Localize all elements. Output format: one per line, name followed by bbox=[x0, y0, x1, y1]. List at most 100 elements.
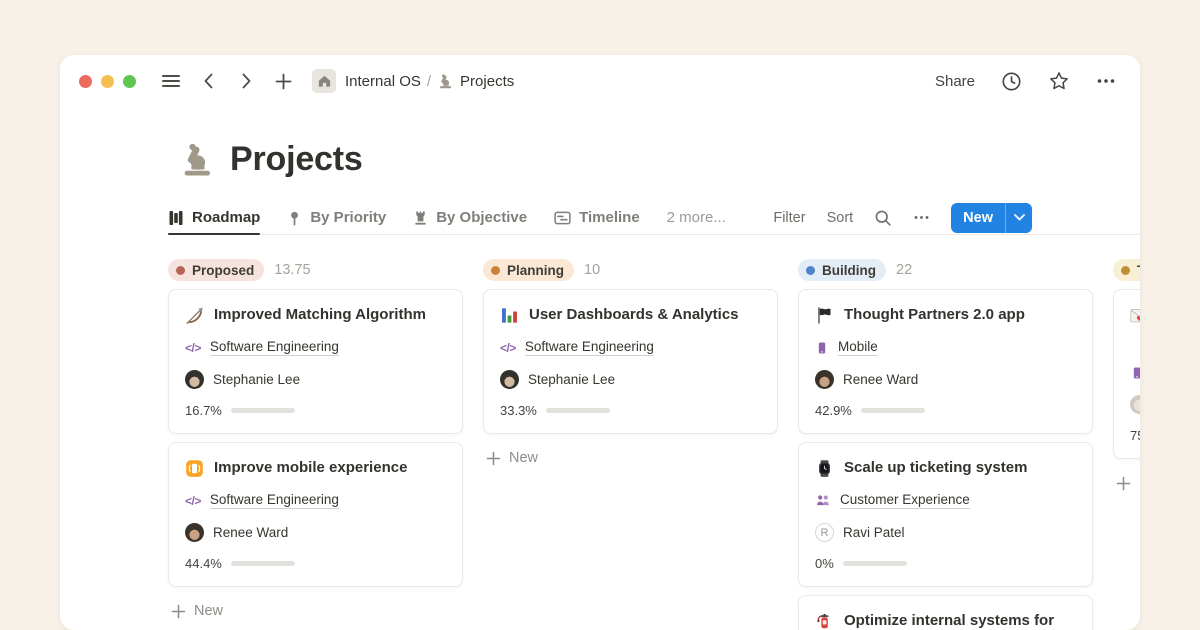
person-name: Ravi Patel bbox=[843, 525, 905, 540]
view-options-icon[interactable] bbox=[913, 209, 930, 226]
watch-icon bbox=[815, 459, 834, 478]
breadcrumb-page-link[interactable]: Projects bbox=[460, 73, 514, 90]
window-controls bbox=[79, 75, 136, 88]
microscope-page-icon[interactable] bbox=[178, 141, 216, 179]
column-header: Testing bbox=[1113, 259, 1140, 281]
new-tab-icon[interactable] bbox=[274, 72, 293, 91]
sort-button[interactable]: Sort bbox=[827, 210, 854, 226]
chevron-down-icon bbox=[1014, 214, 1025, 221]
black-flag-icon bbox=[815, 306, 834, 325]
close-window-button[interactable] bbox=[79, 75, 92, 88]
favorite-star-icon[interactable] bbox=[1048, 70, 1070, 92]
new-button-dropdown[interactable] bbox=[1005, 203, 1032, 233]
code-icon: </> bbox=[500, 341, 516, 355]
fire-extinguisher-icon bbox=[815, 612, 834, 630]
topbar: Internal OS / Projects Share bbox=[60, 55, 1140, 107]
app-window: Internal OS / Projects Share Projects bbox=[60, 55, 1140, 630]
add-card-button[interactable]: New bbox=[483, 450, 778, 466]
status-dot bbox=[176, 266, 185, 275]
status-badge[interactable]: Proposed bbox=[168, 259, 264, 281]
avatar bbox=[185, 523, 204, 542]
column-proposed: Proposed 13.75 Improved Matching Algorit… bbox=[168, 259, 463, 619]
progress-percent: 42.9% bbox=[815, 403, 852, 418]
mobile-icon bbox=[815, 340, 829, 356]
column-testing: Testing 75% bbox=[1113, 259, 1140, 491]
card-title: Scale up ticketing system bbox=[844, 458, 1027, 478]
minimize-window-button[interactable] bbox=[101, 75, 114, 88]
status-badge[interactable]: Testing bbox=[1113, 259, 1140, 281]
new-button-group: New bbox=[951, 203, 1032, 233]
avatar bbox=[185, 370, 204, 389]
column-building: Building 22 Thought Partners 2.0 app Mob… bbox=[798, 259, 1093, 630]
card-improved-matching-algorithm[interactable]: Improved Matching Algorithm </> Software… bbox=[168, 289, 463, 434]
microscope-icon bbox=[437, 73, 454, 90]
team-tag-link[interactable]: Mobile bbox=[838, 339, 878, 356]
mobile-vibration-icon bbox=[185, 459, 204, 478]
progress-percent: 75% bbox=[1130, 428, 1140, 443]
rook-icon bbox=[413, 210, 428, 226]
progress-bar bbox=[546, 408, 610, 413]
person-name: Stephanie Lee bbox=[528, 372, 615, 387]
add-card-button[interactable]: New bbox=[168, 603, 463, 619]
team-tag-link[interactable]: Software Engineering bbox=[525, 339, 654, 356]
share-button[interactable]: Share bbox=[935, 73, 975, 90]
card-optimize-internal-systems[interactable]: Optimize internal systems for bbox=[798, 595, 1093, 630]
breadcrumb-root-link[interactable]: Internal OS bbox=[345, 73, 421, 90]
updates-clock-icon[interactable] bbox=[1001, 71, 1022, 92]
avatar-initial: R bbox=[815, 523, 834, 542]
timeline-view-icon bbox=[554, 210, 571, 226]
code-icon: </> bbox=[185, 341, 201, 355]
plus-icon bbox=[486, 451, 501, 466]
progress-bar bbox=[861, 408, 925, 413]
add-card-button[interactable]: New bbox=[1113, 475, 1140, 491]
person-name: Renee Ward bbox=[213, 525, 288, 540]
column-planning: Planning 10 User Dashboards & Analytics … bbox=[483, 259, 778, 466]
card-user-dashboards-analytics[interactable]: User Dashboards & Analytics </> Software… bbox=[483, 289, 778, 434]
home-icon[interactable] bbox=[312, 69, 336, 93]
plus-icon bbox=[1116, 476, 1131, 491]
card-title: Optimize internal systems for bbox=[844, 611, 1054, 630]
card-title: User Dashboards & Analytics bbox=[529, 305, 739, 325]
person-name: Renee Ward bbox=[843, 372, 918, 387]
team-tag-link[interactable]: Software Engineering bbox=[210, 492, 339, 509]
progress-percent: 33.3% bbox=[500, 403, 537, 418]
progress-percent: 44.4% bbox=[185, 556, 222, 571]
card-testing-item[interactable]: 75% bbox=[1113, 289, 1140, 459]
search-icon[interactable] bbox=[874, 209, 892, 227]
progress-bar bbox=[231, 408, 295, 413]
bow-and-arrow-icon bbox=[185, 306, 204, 325]
sidebar-menu-icon[interactable] bbox=[161, 71, 181, 91]
more-views-button[interactable]: 2 more... bbox=[667, 209, 726, 226]
filter-button[interactable]: Filter bbox=[773, 210, 805, 226]
back-icon[interactable] bbox=[200, 72, 218, 90]
zoom-window-button[interactable] bbox=[123, 75, 136, 88]
tab-by-objective[interactable]: By Objective bbox=[413, 201, 527, 234]
status-badge[interactable]: Planning bbox=[483, 259, 574, 281]
status-dot bbox=[491, 266, 500, 275]
card-improve-mobile-experience[interactable]: Improve mobile experience </> Software E… bbox=[168, 442, 463, 587]
tab-roadmap[interactable]: Roadmap bbox=[168, 201, 260, 234]
card-title: Thought Partners 2.0 app bbox=[844, 305, 1025, 325]
more-options-icon[interactable] bbox=[1096, 71, 1116, 91]
avatar bbox=[1130, 395, 1140, 414]
progress-percent: 16.7% bbox=[185, 403, 222, 418]
tab-by-priority[interactable]: By Priority bbox=[287, 201, 386, 234]
breadcrumb-separator: / bbox=[427, 73, 431, 90]
forward-icon[interactable] bbox=[237, 72, 255, 90]
team-tag-link[interactable]: Software Engineering bbox=[210, 339, 339, 356]
status-badge[interactable]: Building bbox=[798, 259, 886, 281]
card-scale-up-ticketing-system[interactable]: Scale up ticketing system Customer Exper… bbox=[798, 442, 1093, 587]
bar-chart-icon bbox=[500, 306, 519, 325]
board-toolbar: Filter Sort New bbox=[773, 203, 1032, 233]
card-thought-partners-app[interactable]: Thought Partners 2.0 app Mobile Renee Wa… bbox=[798, 289, 1093, 434]
page-header: Projects bbox=[178, 140, 1140, 179]
progress-percent: 0% bbox=[815, 556, 834, 571]
status-dot bbox=[806, 266, 815, 275]
team-tag-link[interactable]: Customer Experience bbox=[840, 492, 970, 509]
column-header: Proposed 13.75 bbox=[168, 259, 463, 281]
breadcrumb: Internal OS / Projects bbox=[345, 73, 514, 90]
avatar bbox=[815, 370, 834, 389]
plus-icon bbox=[171, 604, 186, 619]
new-button[interactable]: New bbox=[951, 203, 1005, 233]
tab-timeline[interactable]: Timeline bbox=[554, 201, 640, 234]
